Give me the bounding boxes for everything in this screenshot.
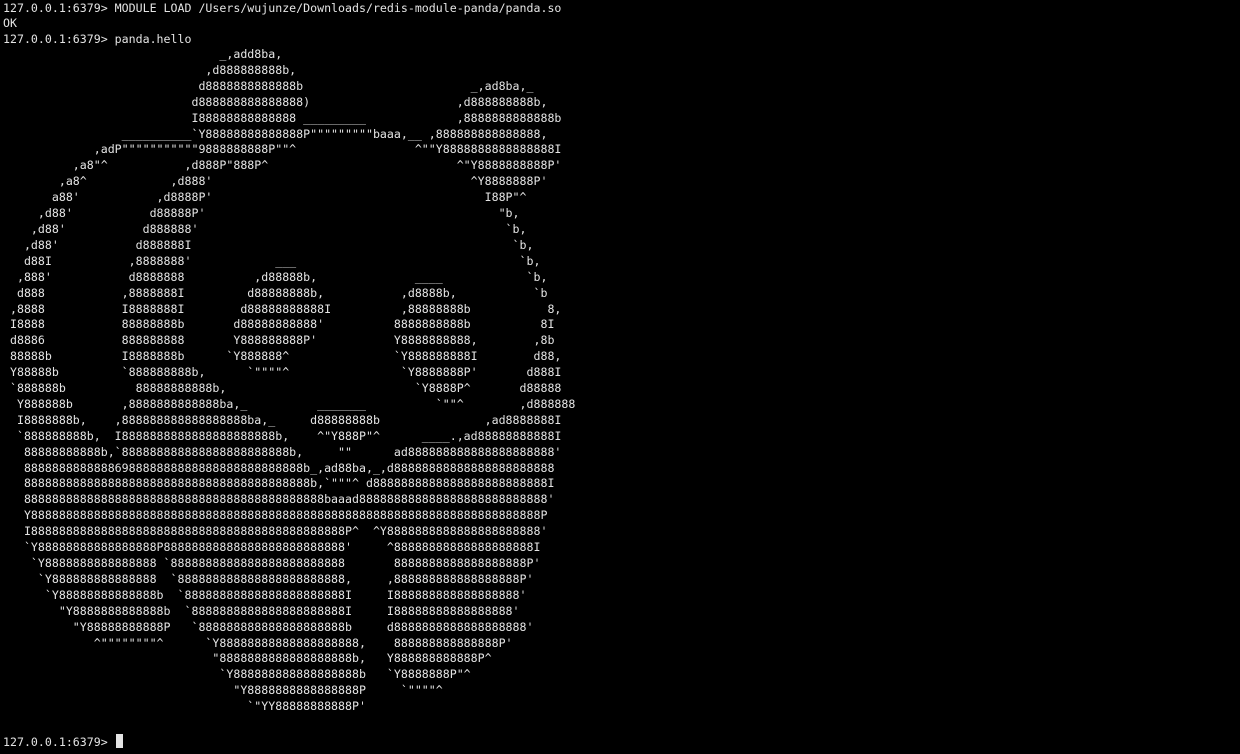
terminal-window[interactable]: 127.0.0.1:6379> MODULE LOAD /Users/wujun… [0,0,1240,754]
terminal-output-ok: OK [3,16,17,30]
terminal-command-module-load: 127.0.0.1:6379> MODULE LOAD /Users/wujun… [3,1,562,15]
terminal-command-panda-hello: 127.0.0.1:6379> panda.hello [3,32,192,46]
panda-ascii-art: _,add8ba, ,d888888888b, d8888888888888b … [9,47,576,714]
terminal-cursor [115,734,123,748]
terminal-input-line[interactable]: 127.0.0.1:6379> [3,734,123,750]
terminal-prompt: 127.0.0.1:6379> [3,735,115,749]
